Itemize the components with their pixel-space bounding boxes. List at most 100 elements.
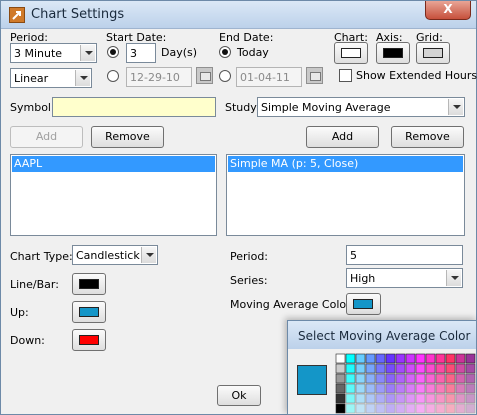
study-list[interactable]: Simple MA (p: 5, Close) bbox=[226, 154, 465, 236]
period-select[interactable]: 3 Minute bbox=[10, 43, 97, 63]
palette-swatch[interactable] bbox=[405, 403, 416, 414]
palette-swatch[interactable] bbox=[375, 373, 386, 384]
palette-swatch[interactable] bbox=[425, 363, 436, 374]
palette-swatch[interactable] bbox=[435, 373, 446, 384]
palette-swatch[interactable] bbox=[405, 373, 416, 384]
palette-swatch[interactable] bbox=[445, 393, 456, 404]
palette-swatch[interactable] bbox=[425, 393, 436, 404]
palette-swatch[interactable] bbox=[435, 403, 446, 414]
palette-swatch[interactable] bbox=[435, 353, 446, 364]
palette-swatch[interactable] bbox=[375, 363, 386, 374]
palette-swatch[interactable] bbox=[395, 373, 406, 384]
chart-type-select[interactable]: Candlestick bbox=[72, 245, 158, 265]
palette-swatch[interactable] bbox=[335, 403, 346, 414]
palette-swatch[interactable] bbox=[375, 353, 386, 364]
color-palette-grid[interactable] bbox=[335, 353, 477, 415]
palette-swatch[interactable] bbox=[335, 353, 346, 364]
palette-swatch[interactable] bbox=[365, 353, 376, 364]
palette-swatch[interactable] bbox=[425, 373, 436, 384]
palette-swatch[interactable] bbox=[425, 353, 436, 364]
palette-swatch[interactable] bbox=[385, 393, 396, 404]
title-bar[interactable]: Chart Settings X bbox=[1, 1, 476, 29]
palette-swatch[interactable] bbox=[435, 383, 446, 394]
down-color-button[interactable] bbox=[72, 329, 106, 351]
palette-swatch[interactable] bbox=[465, 403, 476, 414]
palette-swatch[interactable] bbox=[445, 373, 456, 384]
palette-swatch[interactable] bbox=[465, 393, 476, 404]
palette-swatch[interactable] bbox=[395, 363, 406, 374]
grid-color-button[interactable] bbox=[416, 42, 450, 64]
palette-swatch[interactable] bbox=[465, 373, 476, 384]
up-color-button[interactable] bbox=[72, 301, 106, 323]
palette-swatch[interactable] bbox=[365, 373, 376, 384]
palette-swatch[interactable] bbox=[435, 363, 446, 374]
start-days-radio[interactable] bbox=[107, 46, 119, 58]
palette-swatch[interactable] bbox=[355, 363, 366, 374]
palette-swatch[interactable] bbox=[345, 363, 356, 374]
palette-swatch[interactable] bbox=[335, 393, 346, 404]
palette-swatch[interactable] bbox=[365, 383, 376, 394]
study-select[interactable]: Simple Moving Average bbox=[257, 97, 465, 117]
axis-color-button[interactable] bbox=[376, 42, 410, 64]
palette-swatch[interactable] bbox=[355, 383, 366, 394]
ok-button[interactable]: Ok bbox=[217, 385, 261, 406]
palette-swatch[interactable] bbox=[445, 403, 456, 414]
palette-swatch[interactable] bbox=[345, 373, 356, 384]
palette-swatch[interactable] bbox=[395, 403, 406, 414]
palette-swatch[interactable] bbox=[365, 403, 376, 414]
palette-swatch[interactable] bbox=[395, 393, 406, 404]
palette-swatch[interactable] bbox=[395, 383, 406, 394]
extended-hours-checkbox[interactable] bbox=[339, 69, 352, 82]
palette-swatch[interactable] bbox=[375, 393, 386, 404]
palette-swatch[interactable] bbox=[405, 363, 416, 374]
symbol-add-button[interactable]: Add bbox=[10, 126, 83, 148]
palette-swatch[interactable] bbox=[355, 403, 366, 414]
start-date-input[interactable]: 12-29-10 bbox=[126, 67, 192, 87]
palette-swatch[interactable] bbox=[335, 363, 346, 374]
palette-swatch[interactable] bbox=[415, 363, 426, 374]
list-item[interactable]: AAPL bbox=[12, 156, 215, 172]
palette-swatch[interactable] bbox=[375, 383, 386, 394]
palette-swatch[interactable] bbox=[385, 403, 396, 414]
palette-swatch[interactable] bbox=[465, 363, 476, 374]
end-date-input[interactable]: 01-04-11 bbox=[236, 67, 302, 87]
symbol-remove-button[interactable]: Remove bbox=[91, 126, 164, 148]
palette-swatch[interactable] bbox=[355, 353, 366, 364]
palette-swatch[interactable] bbox=[365, 393, 376, 404]
palette-swatch[interactable] bbox=[405, 393, 416, 404]
end-today-radio[interactable] bbox=[219, 46, 231, 58]
palette-swatch[interactable] bbox=[385, 383, 396, 394]
calendar-icon[interactable] bbox=[196, 67, 213, 84]
palette-swatch[interactable] bbox=[335, 373, 346, 384]
line-bar-color-button[interactable] bbox=[72, 273, 106, 295]
palette-swatch[interactable] bbox=[455, 353, 466, 364]
palette-swatch[interactable] bbox=[405, 353, 416, 364]
series-select[interactable]: High bbox=[346, 268, 463, 288]
palette-swatch[interactable] bbox=[385, 363, 396, 374]
end-date-radio[interactable] bbox=[219, 70, 231, 82]
scale-select[interactable]: Linear bbox=[10, 68, 92, 88]
ma-color-button[interactable] bbox=[346, 293, 381, 315]
palette-swatch[interactable] bbox=[425, 383, 436, 394]
palette-swatch[interactable] bbox=[435, 393, 446, 404]
list-item[interactable]: Simple MA (p: 5, Close) bbox=[228, 156, 463, 172]
palette-swatch[interactable] bbox=[345, 403, 356, 414]
palette-swatch[interactable] bbox=[405, 383, 416, 394]
palette-swatch[interactable] bbox=[345, 383, 356, 394]
palette-swatch[interactable] bbox=[465, 383, 476, 394]
symbol-list[interactable]: AAPL bbox=[10, 154, 217, 236]
palette-swatch[interactable] bbox=[355, 393, 366, 404]
palette-swatch[interactable] bbox=[455, 363, 466, 374]
study-remove-button[interactable]: Remove bbox=[391, 126, 464, 148]
palette-swatch[interactable] bbox=[455, 383, 466, 394]
palette-swatch[interactable] bbox=[415, 403, 426, 414]
palette-swatch[interactable] bbox=[455, 403, 466, 414]
start-date-radio[interactable] bbox=[107, 70, 119, 82]
color-palette-svg[interactable] bbox=[335, 353, 477, 415]
palette-swatch[interactable] bbox=[355, 373, 366, 384]
palette-swatch[interactable] bbox=[425, 403, 436, 414]
palette-swatch[interactable] bbox=[415, 383, 426, 394]
palette-swatch[interactable] bbox=[395, 353, 406, 364]
palette-swatch[interactable] bbox=[365, 363, 376, 374]
start-days-input[interactable]: 3 bbox=[126, 43, 156, 63]
